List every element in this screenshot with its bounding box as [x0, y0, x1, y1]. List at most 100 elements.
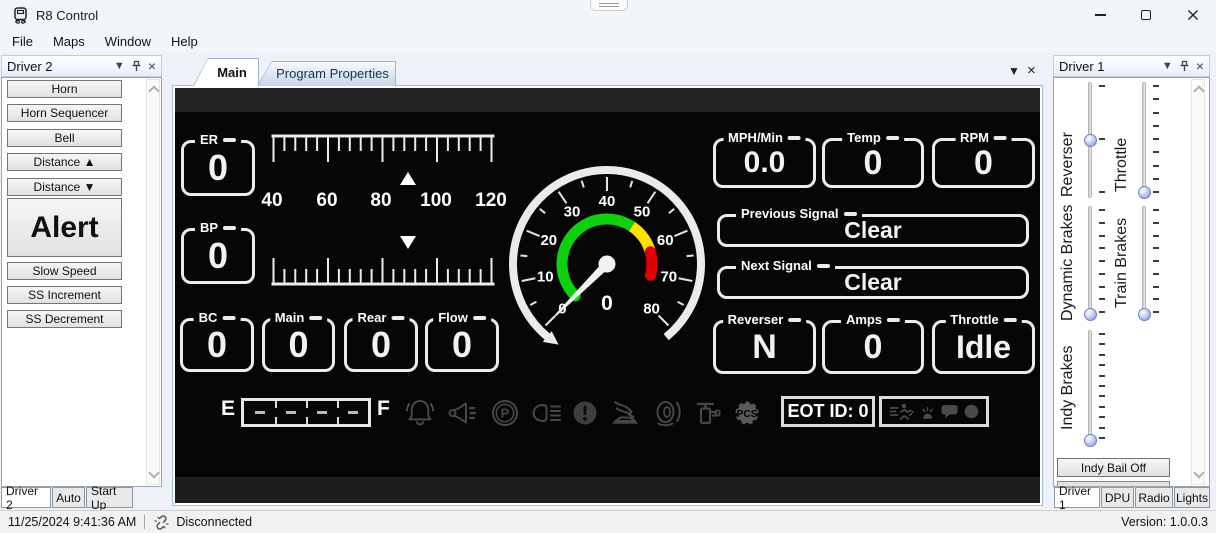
record-dot-icon [964, 404, 979, 419]
left-panel-scrollbar[interactable] [146, 79, 160, 485]
distance-down-button[interactable]: Distance ▼ [7, 178, 122, 196]
scroll-up-icon[interactable] [148, 85, 159, 96]
dashboard: ER 0 BP 0 BC 0 Main 0 Rear 0 Flow 0 40 6… [175, 88, 1040, 503]
tabstrip-dropdown-icon[interactable]: ▼ [1008, 64, 1020, 78]
right-panel-menu-icon[interactable]: ▼ [1162, 60, 1173, 72]
status-datetime: 11/25/2024 9:41:36 AM [8, 515, 136, 529]
wheel-slip-icon [650, 395, 686, 431]
right-tab-lights[interactable]: Lights [1174, 487, 1210, 508]
dashboard-top-band [175, 88, 1040, 112]
distance-up-button[interactable]: Distance ▲ [7, 153, 122, 171]
left-panel-header[interactable]: Driver 2 ▼ × [1, 55, 162, 77]
bp-gauge: BP 0 [181, 228, 255, 284]
left-panel-pin-icon[interactable] [131, 60, 142, 72]
dashboard-container: ER 0 BP 0 BC 0 Main 0 Rear 0 Flow 0 40 6… [172, 85, 1043, 506]
indy-brakes-slider-track[interactable] [1088, 330, 1092, 446]
right-tab-radio[interactable]: Radio [1135, 487, 1173, 508]
svg-text:30: 30 [564, 204, 581, 221]
main-gauge: Main 0 [262, 318, 335, 372]
eot-status-box [879, 396, 989, 427]
svg-text:40: 40 [599, 193, 616, 210]
indy-bail-off-button[interactable]: Indy Bail Off [1057, 458, 1170, 477]
version-label: Version: 1.0.0.3 [1121, 515, 1208, 529]
throttle-slider-ticks [1153, 85, 1159, 193]
maximize-icon [1141, 10, 1151, 20]
left-panel-close-icon[interactable]: × [148, 58, 156, 74]
rpm-gauge: RPM 0 [932, 138, 1035, 188]
flow-gauge: Flow 0 [425, 318, 499, 372]
headlight-icon [530, 395, 566, 431]
menu-maps[interactable]: Maps [43, 32, 95, 51]
bell-button[interactable]: Bell [7, 129, 122, 147]
title-bar: R8 Control [0, 0, 1216, 30]
pressure-ruler-top [270, 134, 496, 166]
ss-increment-button[interactable]: SS Increment [7, 286, 122, 304]
bell-icon [402, 395, 438, 431]
menu-help[interactable]: Help [161, 32, 208, 51]
ruler-number: 40 [250, 190, 294, 212]
train-brakes-slider-ticks [1153, 209, 1159, 313]
svg-text:70: 70 [660, 268, 677, 285]
left-tab-auto[interactable]: Auto [52, 487, 85, 508]
fuel-pump-icon [688, 395, 724, 431]
dynamic-brakes-slider-track[interactable] [1088, 206, 1092, 320]
dynamic-brakes-slider-label: Dynamic Brakes [1058, 198, 1078, 328]
reverser-slider-ticks [1099, 85, 1105, 193]
left-tab-startup[interactable]: Start Up [86, 487, 133, 508]
ss-decrement-button[interactable]: SS Decrement [7, 310, 122, 328]
right-panel-pin-icon[interactable] [1179, 60, 1190, 72]
svg-text:80: 80 [643, 301, 660, 318]
dashboard-bottom-band [175, 477, 1040, 503]
train-brakes-slider-thumb[interactable] [1138, 308, 1151, 321]
right-tab-driver1[interactable]: Driver 1 [1054, 487, 1100, 508]
slow-speed-button[interactable]: Slow Speed [7, 262, 122, 280]
left-tab-driver2[interactable]: Driver 2 [1, 487, 51, 508]
minimize-button[interactable] [1078, 0, 1122, 30]
pcs-icon: PCS [729, 395, 765, 431]
dynamic-brakes-slider-thumb[interactable] [1084, 308, 1097, 321]
horn-icon [444, 395, 480, 431]
right-panel-scrollbar[interactable] [1191, 79, 1205, 485]
pressure-ruler-bottom [270, 254, 496, 286]
menu-file[interactable]: File [2, 32, 43, 51]
eot-id-label: EOT ID: 0 [787, 401, 868, 422]
right-panel-header[interactable]: Driver 1 ▼ × [1053, 55, 1210, 77]
app-window: { "window": { "title": "R8 Control" }, "… [0, 0, 1216, 533]
maximize-button[interactable] [1124, 0, 1168, 30]
close-icon [1187, 9, 1199, 21]
tab-main[interactable]: Main [193, 58, 259, 86]
next-signal-box: Next Signal Clear [717, 266, 1029, 299]
right-panel-close-icon[interactable]: × [1196, 58, 1204, 74]
svg-text:50: 50 [634, 204, 651, 221]
indy-brakes-slider-ticks [1099, 333, 1105, 439]
scroll-up-icon[interactable] [1193, 85, 1204, 96]
indy-brakes-slider-thumb[interactable] [1084, 434, 1097, 447]
menu-window[interactable]: Window [95, 32, 161, 51]
right-tab-dpu[interactable]: DPU [1101, 487, 1134, 508]
scroll-down-icon[interactable] [148, 467, 159, 478]
train-brakes-slider-track[interactable] [1142, 206, 1146, 320]
menu-bar: File Maps Window Help [0, 30, 1216, 53]
sander-icon [607, 395, 643, 431]
horn-sequencer-button[interactable]: Horn Sequencer [7, 104, 122, 122]
reverser-slider-thumb[interactable] [1084, 134, 1097, 147]
status-separator [144, 515, 145, 529]
tab-program-properties[interactable]: Program Properties [257, 61, 396, 86]
throttle-slider-track[interactable] [1142, 82, 1146, 198]
app-train-icon [11, 6, 30, 29]
horn-button[interactable]: Horn [7, 80, 122, 98]
throttle-slider-thumb[interactable] [1138, 186, 1151, 199]
tabstrip-close-icon[interactable]: × [1027, 62, 1036, 79]
message-icon [940, 402, 959, 421]
left-panel-menu-icon[interactable]: ▼ [114, 60, 125, 72]
snap-grabber-handle[interactable] [590, 0, 628, 11]
fuel-empty-label: E [221, 397, 235, 421]
svg-text:20: 20 [540, 232, 557, 249]
svg-text:60: 60 [657, 232, 674, 249]
scroll-down-icon[interactable] [1193, 467, 1204, 478]
alert-button[interactable]: Alert [7, 198, 122, 257]
close-button[interactable] [1171, 0, 1215, 30]
eot-light-icon [920, 403, 935, 421]
fuel-full-label: F [377, 397, 390, 421]
window-title: R8 Control [36, 8, 98, 23]
